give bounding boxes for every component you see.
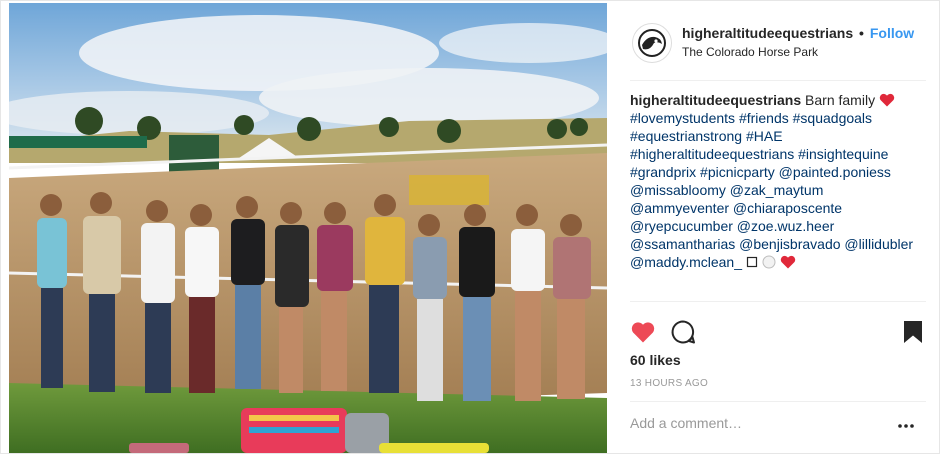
divider [630,301,926,302]
post-header: higheraltitudeequestrians • Follow The C… [616,15,926,71]
caption-line[interactable]: #lovemystudents #friends #squadgoals [630,109,930,127]
instagram-post: higheraltitudeequestrians • Follow The C… [0,0,940,454]
comment-bubble-icon[interactable] [670,319,696,345]
caption-username[interactable]: higheraltitudeequestrians [630,92,801,108]
post-photo[interactable] [9,3,607,453]
post-side-panel: higheraltitudeequestrians • Follow The C… [616,1,939,453]
caption-first-line: higheraltitudeequestrians Barn family [630,91,930,109]
divider [630,80,926,81]
caption-last-line: @maddy.mclean_ [630,253,930,271]
follow-button[interactable]: Follow [870,25,914,41]
caption-line[interactable]: #equestrianstrong #HAE [630,127,930,145]
caption-line[interactable]: @ryepcucumber @zoe.wuz.heer [630,217,930,235]
caption-line[interactable]: #higheraltitudeequestrians #insightequin… [630,145,930,163]
caption-line[interactable]: #grandprix #picnicparty @painted.poniess [630,163,930,181]
comment-input[interactable] [630,415,880,431]
white-circle-icon [762,255,776,269]
username-link[interactable]: higheraltitudeequestrians [682,25,853,41]
caption-line[interactable]: @missabloomy @zak_maytum [630,181,930,199]
caption-text: Barn family [805,92,876,108]
post-timestamp[interactable]: 13 HOURS AGO [630,378,708,389]
caption-line[interactable]: @ammyeventer @chiaraposcente [630,199,930,217]
red-heart-icon [780,255,795,269]
post-actions [630,319,926,347]
hae-logo-icon [638,29,666,57]
box-glyph-icon [746,256,757,268]
heart-filled-icon[interactable] [630,319,656,345]
group-photo-image [9,3,607,453]
red-heart-icon [879,93,895,107]
more-options-icon[interactable] [896,416,916,436]
divider [630,401,926,402]
caption-line[interactable]: @maddy.mclean_ [630,254,742,270]
avatar[interactable] [632,23,672,63]
location-link[interactable]: The Colorado Horse Park [682,45,818,59]
post-caption: higheraltitudeequestrians Barn family #l… [630,91,930,271]
separator-dot: • [859,25,864,41]
caption-line[interactable]: @ssamantharias @benjisbravado @lillidubl… [630,235,930,253]
likes-count[interactable]: 60 likes [630,352,681,368]
comment-form [630,413,926,439]
bookmark-icon[interactable] [902,320,924,344]
header-username-row: higheraltitudeequestrians • Follow [682,25,914,41]
